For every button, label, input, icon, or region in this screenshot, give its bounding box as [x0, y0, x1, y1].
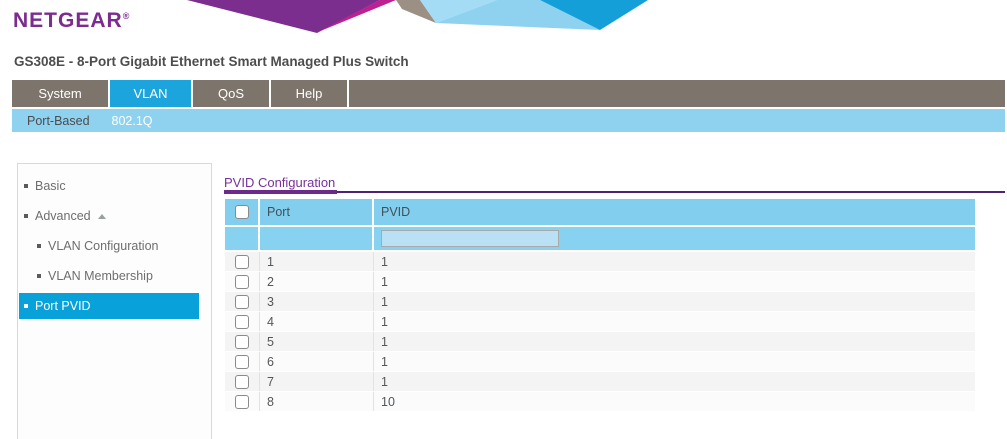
tab-system[interactable]: System	[12, 80, 110, 107]
table-row: 4 1	[225, 312, 975, 332]
row-checkbox[interactable]	[235, 355, 249, 369]
row-checkbox[interactable]	[235, 335, 249, 349]
pvid-cell: 1	[374, 372, 975, 391]
row-checkbox[interactable]	[235, 295, 249, 309]
sidebar-item-vlan-configuration[interactable]: VLAN Configuration	[18, 231, 211, 261]
pvid-cell: 1	[374, 252, 975, 271]
page-title: GS308E - 8-Port Gigabit Ethernet Smart M…	[14, 54, 409, 69]
pvid-cell: 1	[374, 312, 975, 331]
select-all-checkbox[interactable]	[235, 205, 249, 219]
title-rule	[224, 191, 1005, 193]
pvid-cell: 10	[374, 392, 975, 411]
registered-mark: ®	[123, 11, 130, 21]
table-row: 1 1	[225, 252, 975, 272]
tab-qos[interactable]: QoS	[193, 80, 271, 107]
sidebar-item-label: Advanced	[35, 209, 91, 223]
port-cell: 2	[260, 272, 374, 291]
table-row: 5 1	[225, 332, 975, 352]
port-cell: 3	[260, 292, 374, 311]
bullet-icon	[37, 274, 41, 278]
table-filter-row	[225, 227, 975, 250]
port-cell: 8	[260, 392, 374, 411]
row-checkbox[interactable]	[235, 395, 249, 409]
tab-help[interactable]: Help	[271, 80, 349, 107]
port-cell: 4	[260, 312, 374, 331]
row-checkbox[interactable]	[235, 255, 249, 269]
bullet-icon	[24, 304, 28, 308]
tab-vlan[interactable]: VLAN	[110, 80, 193, 107]
port-cell: 5	[260, 332, 374, 351]
netgear-logo: NETGEAR®	[13, 9, 129, 33]
port-cell: 6	[260, 352, 374, 371]
port-cell: 7	[260, 372, 374, 391]
bullet-icon	[24, 214, 28, 218]
sidebar-item-label: VLAN Membership	[48, 269, 153, 283]
section-title: PVID Configuration	[224, 175, 335, 190]
sidebar-item-label: Basic	[35, 179, 66, 193]
main-nav: System VLAN QoS Help	[12, 80, 1005, 107]
port-cell: 1	[260, 252, 374, 271]
pvid-filter-input[interactable]	[381, 230, 559, 247]
table-row: 6 1	[225, 352, 975, 372]
table-row: 3 1	[225, 292, 975, 312]
sidebar-item-vlan-membership[interactable]: VLAN Membership	[18, 261, 211, 291]
subnav-port-based[interactable]: Port-Based	[27, 114, 90, 128]
bullet-icon	[24, 184, 28, 188]
table-row: 8 10	[225, 392, 975, 412]
chevron-up-icon	[98, 214, 106, 219]
banner-graphic	[0, 0, 1007, 34]
sidebar-item-label: Port PVID	[35, 299, 91, 313]
sidebar-item-label: VLAN Configuration	[48, 239, 158, 253]
title-rule-accent	[224, 190, 337, 194]
pvid-cell: 1	[374, 352, 975, 371]
table-row: 2 1	[225, 272, 975, 292]
pvid-cell: 1	[374, 272, 975, 291]
pvid-table: Port PVID 1 1 2 1 3 1 4 1 5 1 6 1 7 1	[225, 199, 975, 412]
column-header-port: Port	[260, 199, 374, 225]
row-checkbox[interactable]	[235, 315, 249, 329]
bullet-icon	[37, 244, 41, 248]
vlan-subnav: Port-Based 802.1Q	[12, 109, 1005, 132]
row-checkbox[interactable]	[235, 275, 249, 289]
sidebar-item-basic[interactable]: Basic	[18, 171, 211, 201]
netgear-logo-text: NETGEAR	[13, 9, 123, 32]
pvid-cell: 1	[374, 332, 975, 351]
subnav-8021q[interactable]: 802.1Q	[112, 114, 153, 128]
sidebar: Basic Advanced VLAN Configuration VLAN M…	[17, 163, 212, 439]
row-checkbox[interactable]	[235, 375, 249, 389]
table-row: 7 1	[225, 372, 975, 392]
table-header-row: Port PVID	[225, 199, 975, 225]
sidebar-item-advanced[interactable]: Advanced	[18, 201, 211, 231]
pvid-cell: 1	[374, 292, 975, 311]
sidebar-item-port-pvid[interactable]: Port PVID	[19, 293, 199, 319]
column-header-pvid: PVID	[374, 199, 975, 225]
